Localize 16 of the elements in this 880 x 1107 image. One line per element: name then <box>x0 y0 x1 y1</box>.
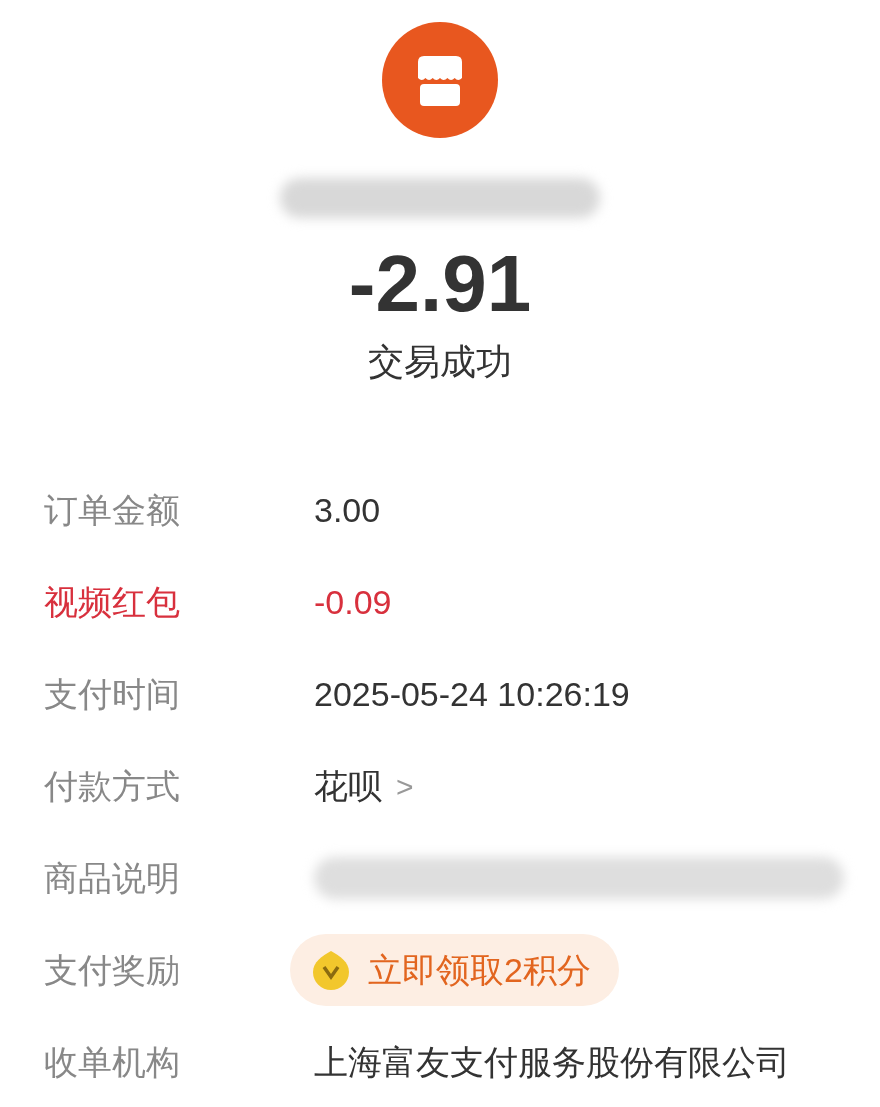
detail-label: 收单机构 <box>44 1041 181 1083</box>
detail-label: 视频红包 <box>44 581 181 623</box>
coin-icon <box>312 950 350 990</box>
detail-value: 上海富友支付服务股份有限公司 <box>314 1041 790 1083</box>
detail-label: 支付时间 <box>44 673 181 715</box>
detail-label: 付款方式 <box>44 765 181 807</box>
detail-value: -0.09 <box>314 581 392 623</box>
detail-label: 订单金额 <box>44 489 181 531</box>
payment-method-link[interactable]: 花呗 > <box>314 760 414 812</box>
detail-value: 2025-05-24 10:26:19 <box>314 673 630 715</box>
detail-label: 商品说明 <box>44 857 181 899</box>
amount: -2.91 <box>348 238 532 330</box>
transaction-status: 交易成功 <box>368 340 512 384</box>
shop-icon <box>382 22 498 138</box>
detail-label: 支付奖励 <box>44 949 181 991</box>
detail-value: 3.00 <box>314 489 381 531</box>
